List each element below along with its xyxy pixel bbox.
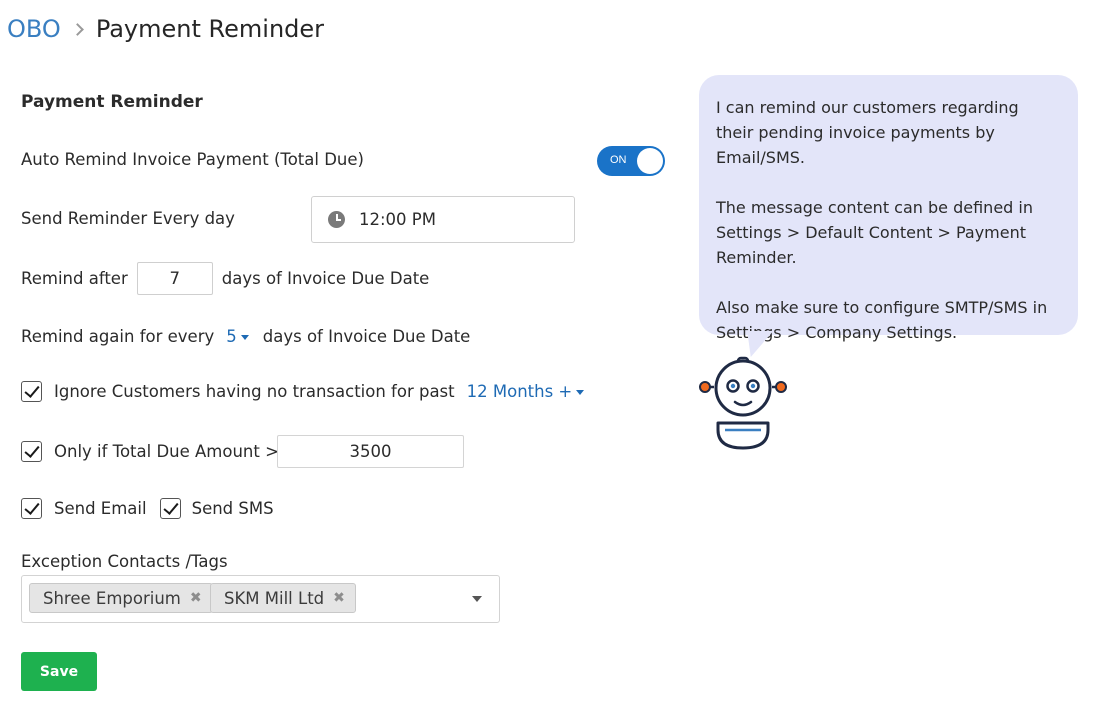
send-sms-label: Send SMS xyxy=(191,499,274,518)
tag-label: SKM Mill Ltd xyxy=(224,588,325,608)
assistant-speech-bubble: I can remind our customers regarding the… xyxy=(699,75,1078,342)
send-channels-row: Send Email Send SMS xyxy=(21,498,274,519)
chevron-right-icon xyxy=(70,22,84,36)
tag-label: Shree Emporium xyxy=(43,588,181,608)
assistant-message: I can remind our customers regarding the… xyxy=(716,98,1019,167)
robot-assistant-icon xyxy=(699,356,787,450)
caret-down-icon xyxy=(240,335,249,340)
send-every-row: Send Reminder Every day xyxy=(21,209,235,228)
page-title: Payment Reminder xyxy=(95,15,325,43)
assistant-message: The message content can be defined in Se… xyxy=(716,198,1033,267)
remind-again-row: Remind again for every 5 days of Invoice… xyxy=(21,327,470,346)
auto-remind-label: Auto Remind Invoice Payment (Total Due) xyxy=(21,150,364,169)
send-email-label: Send Email xyxy=(54,499,147,518)
remind-after-prefix: Remind after xyxy=(21,269,128,288)
send-email-checkbox[interactable] xyxy=(21,498,42,519)
reminder-time-value: 12:00 PM xyxy=(359,210,436,229)
remind-after-suffix: days of Invoice Due Date xyxy=(221,269,430,288)
toggle-state-label: ON xyxy=(610,154,627,166)
remind-again-days-dropdown[interactable]: 5 xyxy=(226,327,249,346)
tag-chip: Shree Emporium ✖ xyxy=(29,583,213,613)
send-every-label: Send Reminder Every day xyxy=(21,209,235,228)
breadcrumb-root-link[interactable]: OBO xyxy=(7,15,61,43)
caret-down-icon[interactable] xyxy=(472,596,482,602)
exception-contacts-label: Exception Contacts /Tags xyxy=(21,552,228,571)
tag-chip: SKM Mill Ltd ✖ xyxy=(210,583,356,613)
total-due-row: Only if Total Due Amount >= xyxy=(21,441,293,462)
ignore-period-dropdown[interactable]: 12 Months + xyxy=(467,382,585,401)
exception-contacts-select[interactable]: Shree Emporium ✖ SKM Mill Ltd ✖ xyxy=(21,575,500,623)
toggle-knob xyxy=(637,148,663,174)
remind-again-prefix: Remind again for every xyxy=(21,327,215,346)
clock-icon xyxy=(328,211,345,228)
remove-tag-icon[interactable]: ✖ xyxy=(333,590,345,606)
remind-after-days-input[interactable] xyxy=(136,262,213,295)
save-button[interactable]: Save xyxy=(21,652,97,691)
reminder-time-picker[interactable]: 12:00 PM xyxy=(311,196,575,243)
remove-tag-icon[interactable]: ✖ xyxy=(190,590,202,606)
total-due-amount-input[interactable] xyxy=(277,435,464,468)
ignore-period-value: 12 Months + xyxy=(466,382,573,401)
remind-after-row: Remind after days of Invoice Due Date xyxy=(21,262,429,295)
remind-again-suffix: days of Invoice Due Date xyxy=(262,327,471,346)
auto-remind-row: Auto Remind Invoice Payment (Total Due) xyxy=(21,150,364,169)
total-due-checkbox[interactable] xyxy=(21,441,42,462)
ignore-customers-checkbox[interactable] xyxy=(21,381,42,402)
ignore-customers-label: Ignore Customers having no transaction f… xyxy=(54,382,455,401)
auto-remind-toggle[interactable]: ON xyxy=(597,146,665,176)
ignore-customers-row: Ignore Customers having no transaction f… xyxy=(21,381,598,402)
remind-again-days-value: 5 xyxy=(226,327,237,346)
caret-down-icon xyxy=(576,390,585,395)
total-due-label: Only if Total Due Amount >= xyxy=(54,442,293,461)
section-title: Payment Reminder xyxy=(21,92,203,112)
send-sms-checkbox[interactable] xyxy=(159,498,181,519)
breadcrumb: OBO Payment Reminder xyxy=(7,12,324,46)
